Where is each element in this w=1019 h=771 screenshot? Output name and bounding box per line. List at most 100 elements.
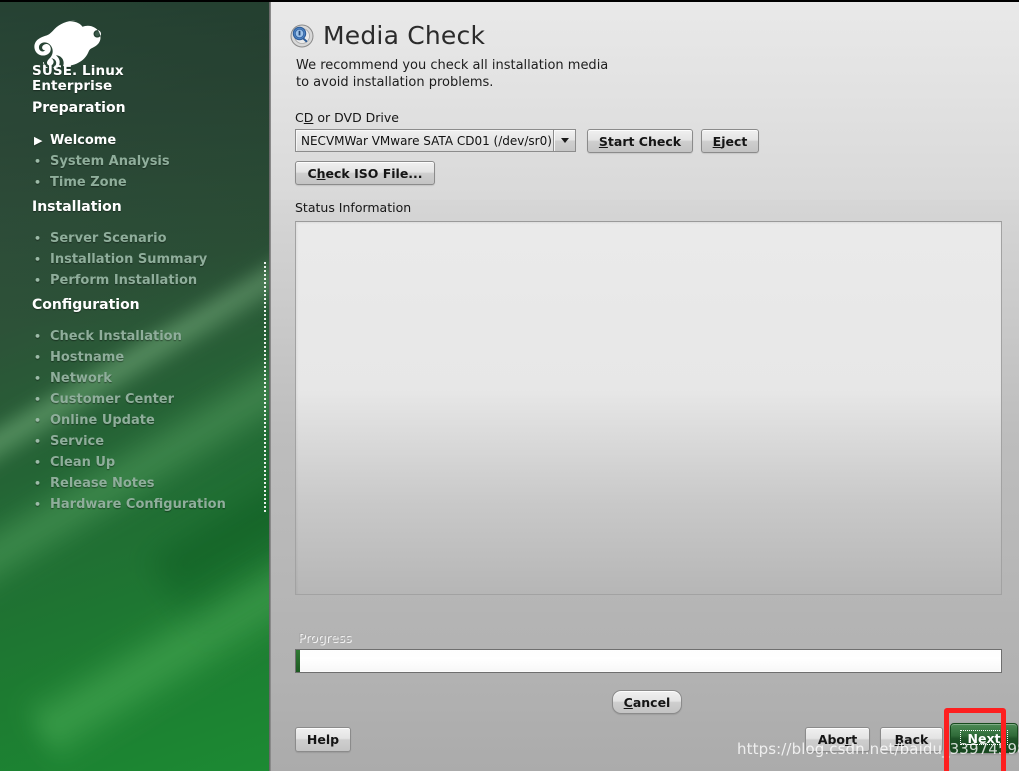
sidebar-item-welcome[interactable]: ▶ Welcome [34, 133, 116, 148]
drive-label-post: or DVD Drive [313, 110, 399, 125]
sidebar-item-label: Server Scenario [50, 231, 167, 246]
sidebar-bullet-icon: • [34, 155, 42, 168]
sidebar-item-release-notes[interactable]: • Release Notes [34, 476, 155, 491]
sidebar-item-label: Welcome [50, 133, 117, 148]
progress-label: Progress [298, 630, 352, 645]
start-check-button[interactable]: Start Check [587, 129, 693, 153]
sidebar-item-perform-installation[interactable]: • Perform Installation [34, 273, 197, 288]
cancel-post: ancel [632, 694, 671, 710]
start-check-post: tart Check [607, 133, 682, 149]
cd-dvd-drive-selected-value[interactable]: NECVMWar VMware SATA CD01 (/dev/sr0) [295, 129, 553, 152]
screen-top-border [0, 0, 1019, 2]
brand-line-2: Enterprise [32, 78, 113, 94]
sidebar-bullet-icon: • [34, 477, 42, 490]
check-iso-accel: h [316, 165, 326, 181]
sidebar-item-label: Network [50, 371, 112, 386]
sidebar-bullet-icon: • [34, 498, 42, 511]
media-check-disc-icon [290, 24, 314, 48]
sidebar-bullet-icon: • [34, 435, 42, 448]
progress-bar [295, 649, 1002, 673]
sidebar-item-check-installation[interactable]: • Check Installation [34, 329, 182, 344]
sidebar-focus-indicator [264, 262, 266, 512]
start-check-accel: S [598, 133, 608, 149]
intro-text: We recommend you check all installation … [296, 58, 816, 91]
sidebar-item-label: Clean Up [50, 455, 116, 470]
help-pre: H [306, 732, 318, 747]
sidebar-bullet-icon: • [34, 414, 42, 427]
sidebar-bullet-icon: • [34, 351, 42, 364]
next-button[interactable]: Next [950, 723, 1018, 753]
sidebar-item-service[interactable]: • Service [34, 434, 104, 449]
eject-post: ject [721, 133, 748, 149]
sidebar-bullet-icon: • [34, 253, 42, 266]
status-information-label: Status Information [295, 200, 412, 215]
sidebar-item-label: Check Installation [50, 329, 182, 344]
sidebar-bullet-icon: • [34, 393, 42, 406]
installer-window: SUSE. Linux Enterprise Preparation ▶ Welc… [0, 0, 1019, 771]
intro-line-1: We recommend you check all installation … [296, 58, 609, 73]
back-accel: B [894, 732, 905, 747]
progress-bar-fill [296, 650, 300, 672]
brand-name: SUSE. Linux Enterprise [32, 64, 232, 94]
back-post: ack [904, 732, 929, 747]
abort-post: t [851, 732, 858, 747]
sidebar-heading-installation: Installation [32, 199, 122, 215]
sidebar-heading-preparation: Preparation [32, 100, 126, 116]
sidebar-bullet-icon: • [34, 372, 42, 385]
sidebar-item-label: Time Zone [50, 175, 127, 190]
sidebar-bullet-current-icon: ▶ [34, 134, 43, 147]
sidebar-item-hostname[interactable]: • Hostname [34, 350, 124, 365]
sidebar-item-label: Online Update [50, 413, 155, 428]
page-title: Media Check [323, 21, 486, 50]
sidebar-item-label: Perform Installation [50, 273, 198, 288]
eject-button[interactable]: Eject [701, 129, 759, 153]
status-information-panel[interactable] [295, 221, 1002, 595]
sidebar-bullet-icon: • [34, 274, 42, 287]
cancel-button[interactable]: Cancel [612, 690, 682, 714]
abort-pre: Abo [817, 732, 846, 747]
eject-accel: E [712, 133, 722, 149]
sidebar-item-online-update[interactable]: • Online Update [34, 413, 155, 428]
sidebar-item-label: Customer Center [50, 392, 175, 407]
brand-line-1: SUSE. Linux [32, 63, 124, 79]
suse-chameleon-logo-icon [30, 16, 120, 71]
sidebar-bullet-icon: • [34, 330, 42, 343]
drive-label-accel: D [303, 110, 314, 125]
sidebar-heading-configuration: Configuration [32, 297, 140, 313]
sidebar-item-clean-up[interactable]: • Clean Up [34, 455, 115, 470]
check-iso-pre: C [307, 165, 317, 181]
sidebar-item-label: Release Notes [50, 476, 155, 491]
drive-label: CD or DVD Drive [295, 110, 399, 125]
sidebar-item-system-analysis[interactable]: • System Analysis [34, 154, 170, 169]
sidebar-bullet-icon: • [34, 232, 42, 245]
chevron-down-icon[interactable] [553, 129, 576, 152]
page-header: Media Check [290, 21, 485, 50]
check-iso-file-button[interactable]: Ch eck ISO File... [295, 161, 435, 185]
sidebar-bullet-icon: • [34, 176, 42, 189]
drive-label-pre: C [295, 110, 304, 125]
check-iso-post: eck ISO File... [325, 165, 423, 181]
sidebar-item-server-scenario[interactable]: • Server Scenario [34, 231, 167, 246]
cancel-accel: C [623, 694, 633, 710]
sidebar-item-hardware-configuration[interactable]: • Hardware Configuration [34, 497, 226, 512]
next-accel: N [967, 730, 978, 746]
sidebar-item-installation-summary[interactable]: • Installation Summary [34, 252, 207, 267]
sidebar-item-label: Service [50, 434, 105, 449]
sidebar-item-label: Hardware Configuration [50, 497, 226, 512]
sidebar-item-label: System Analysis [50, 154, 170, 169]
abort-button[interactable]: Abo r t [805, 727, 870, 752]
sidebar-item-customer-center[interactable]: • Customer Center [34, 392, 174, 407]
help-post: elp [317, 732, 340, 747]
cd-dvd-drive-select[interactable]: NECVMWar VMware SATA CD01 (/dev/sr0) [295, 129, 576, 152]
sidebar-item-network[interactable]: • Network [34, 371, 112, 386]
main-panel: Media Check We recommend you check all i… [271, 0, 1019, 771]
help-button[interactable]: Help [295, 727, 351, 752]
sidebar-bullet-icon: • [34, 456, 42, 469]
sidebar-item-label: Hostname [50, 350, 125, 365]
sidebar-item-time-zone[interactable]: • Time Zone [34, 175, 127, 190]
installer-sidebar: SUSE. Linux Enterprise Preparation ▶ Welc… [0, 0, 271, 771]
back-button[interactable]: Back [880, 727, 943, 752]
next-post: ext [977, 730, 1001, 746]
intro-line-2: to avoid installation problems. [296, 74, 494, 90]
sidebar-item-label: Installation Summary [50, 252, 208, 267]
